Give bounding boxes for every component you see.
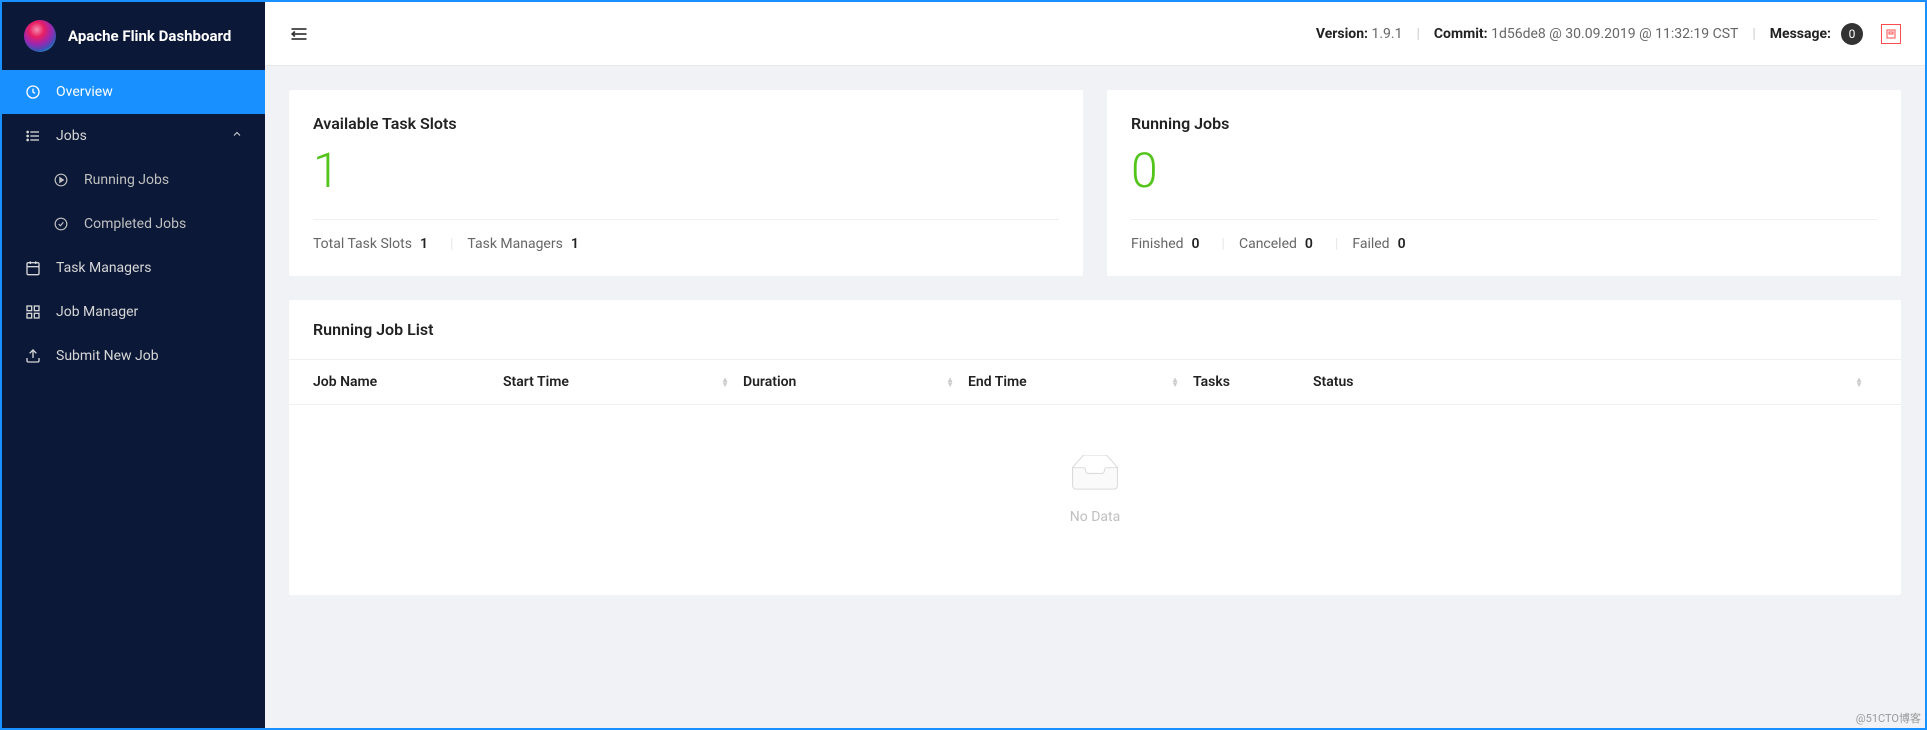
commit-value: 1d56de8 @ 30.09.2019 @ 11:32:19 CST [1491, 26, 1738, 42]
total-slots-value: 1 [420, 236, 428, 252]
column-label: End Time [968, 374, 1027, 390]
upload-icon [24, 348, 42, 364]
column-header-start-time[interactable]: Start Time ▲▼ [503, 374, 743, 390]
card-subline: Total Task Slots 1 | Task Managers 1 [313, 219, 1059, 252]
sidebar-collapse-button[interactable] [289, 23, 311, 45]
flink-logo-icon [24, 20, 56, 52]
column-header-tasks[interactable]: Tasks [1193, 374, 1313, 390]
card-subline: Finished 0 | Canceled 0 | Failed 0 [1131, 219, 1877, 252]
column-header-status[interactable]: Status ▲▼ [1313, 374, 1877, 390]
failed-value: 0 [1398, 236, 1406, 252]
failed-label: Failed [1352, 236, 1389, 252]
check-circle-icon [52, 217, 70, 231]
finished-label: Finished [1131, 236, 1184, 252]
running-job-list-card: Running Job List Job Name Start Time ▲▼ … [289, 300, 1901, 595]
sidebar-subitem-label: Running Jobs [84, 172, 169, 188]
total-slots-label: Total Task Slots [313, 236, 412, 252]
play-circle-icon [52, 173, 70, 187]
sidebar-item-label: Task Managers [56, 260, 151, 276]
version-label: Version: [1316, 26, 1368, 42]
divider: | [450, 236, 453, 252]
table-header-row: Job Name Start Time ▲▼ Duration ▲▼ End T… [289, 360, 1901, 405]
summary-cards: Available Task Slots 1 Total Task Slots … [289, 90, 1901, 276]
sidebar-item-jobs[interactable]: Jobs [2, 114, 265, 158]
running-jobs-value: 0 [1131, 147, 1877, 195]
message-label: Message: [1770, 26, 1831, 42]
canceled-value: 0 [1305, 236, 1313, 252]
card-title: Running Jobs [1131, 114, 1877, 133]
sidebar-subitem-completed-jobs[interactable]: Completed Jobs [2, 202, 265, 246]
commit-label: Commit: [1434, 26, 1488, 42]
sort-icon: ▲▼ [1171, 377, 1179, 387]
sidebar-subitem-running-jobs[interactable]: Running Jobs [2, 158, 265, 202]
task-managers-value: 1 [571, 236, 579, 252]
divider: | [1752, 26, 1755, 42]
column-label: Status [1313, 374, 1353, 390]
sidebar-item-submit-new-job[interactable]: Submit New Job [2, 334, 265, 378]
sort-icon: ▲▼ [1855, 377, 1863, 387]
sidebar-item-job-manager[interactable]: Job Manager [2, 290, 265, 334]
topbar: Version: 1.9.1 | Commit: 1d56de8 @ 30.09… [265, 2, 1925, 66]
column-label: Job Name [313, 374, 377, 390]
sort-icon: ▲▼ [946, 377, 954, 387]
build-icon [24, 304, 42, 320]
dashboard-icon [24, 84, 42, 100]
sidebar-item-overview[interactable]: Overview [2, 70, 265, 114]
menu-fold-icon [289, 24, 309, 44]
chevron-up-icon [231, 128, 243, 144]
logo-area: Apache Flink Dashboard [2, 2, 265, 70]
config-button[interactable] [1881, 24, 1901, 44]
sort-icon: ▲▼ [721, 377, 729, 387]
sidebar-item-label: Overview [56, 84, 113, 100]
canceled-label: Canceled [1239, 236, 1297, 252]
sidebar-item-label: Jobs [56, 128, 87, 144]
finished-value: 0 [1192, 236, 1200, 252]
sidebar-subitem-label: Completed Jobs [84, 216, 186, 232]
content: Available Task Slots 1 Total Task Slots … [265, 66, 1925, 619]
sidebar: Apache Flink Dashboard Overview Jobs [2, 2, 265, 728]
available-slots-value: 1 [313, 147, 1059, 195]
divider: | [1416, 26, 1419, 42]
version-value: 1.9.1 [1371, 26, 1402, 42]
topbar-info: Version: 1.9.1 | Commit: 1d56de8 @ 30.09… [1316, 23, 1901, 45]
schedule-icon [24, 260, 42, 276]
card-available-task-slots: Available Task Slots 1 Total Task Slots … [289, 90, 1083, 276]
app-title: Apache Flink Dashboard [68, 27, 231, 45]
list-icon [24, 128, 42, 144]
divider: | [1335, 236, 1338, 252]
main-content: Version: 1.9.1 | Commit: 1d56de8 @ 30.09… [265, 2, 1925, 728]
sidebar-item-label: Submit New Job [56, 348, 159, 364]
sidebar-nav: Overview Jobs Running Jobs [2, 70, 265, 378]
empty-text: No Data [1070, 509, 1120, 525]
column-header-end-time[interactable]: End Time ▲▼ [968, 374, 1193, 390]
column-header-job-name[interactable]: Job Name [313, 374, 503, 390]
column-header-duration[interactable]: Duration ▲▼ [743, 374, 968, 390]
table-title: Running Job List [289, 300, 1901, 360]
sidebar-item-task-managers[interactable]: Task Managers [2, 246, 265, 290]
sidebar-item-label: Job Manager [56, 304, 138, 320]
column-label: Tasks [1193, 374, 1230, 390]
message-count-badge[interactable]: 0 [1841, 23, 1863, 45]
divider: | [1222, 236, 1225, 252]
column-label: Duration [743, 374, 796, 390]
empty-box-icon [1063, 455, 1127, 495]
task-managers-label: Task Managers [467, 236, 562, 252]
card-running-jobs: Running Jobs 0 Finished 0 | Canceled 0 |… [1107, 90, 1901, 276]
flag-icon [1885, 28, 1897, 40]
card-title: Available Task Slots [313, 114, 1059, 133]
empty-state: No Data [289, 405, 1901, 595]
column-label: Start Time [503, 374, 569, 390]
watermark: @51CTO博客 [1856, 710, 1921, 726]
